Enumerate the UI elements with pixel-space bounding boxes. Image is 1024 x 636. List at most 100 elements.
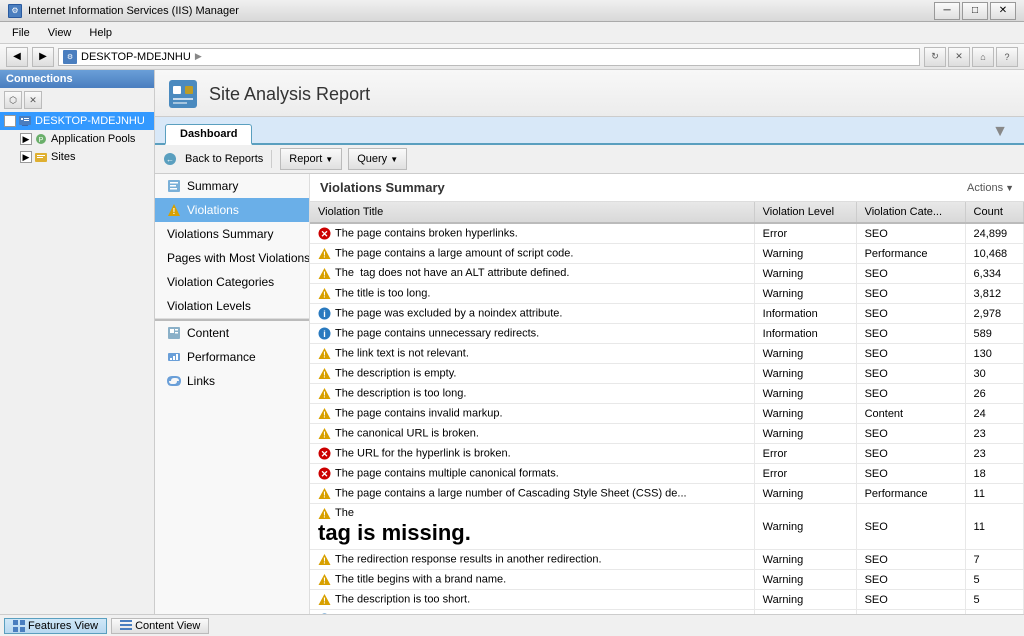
query-button[interactable]: Query ▼ [348, 148, 407, 170]
tree-item-sites[interactable]: ▶ Sites [0, 148, 154, 166]
menu-help[interactable]: Help [81, 25, 120, 41]
sidebar-bottom-sections: Content Performance [155, 319, 309, 393]
table-row[interactable]: iThe page contains unnecessary redirects… [310, 324, 1024, 344]
cell-level: Error [754, 444, 856, 464]
connections-toolbar: ⬡ ✕ [0, 88, 154, 112]
table-row[interactable]: ✕The URL for the hyperlink is broken. Er… [310, 444, 1024, 464]
page-header: Site Analysis Report [155, 70, 1024, 117]
forward-button[interactable]: ▶ [32, 47, 54, 67]
nav-help-button[interactable]: ? [996, 47, 1018, 67]
sidebar-item-violations[interactable]: ! Violations [155, 198, 309, 222]
sidebar-item-summary[interactable]: Summary [155, 174, 309, 198]
sidebar-item-violation-categories[interactable]: Violation Categories [155, 270, 309, 294]
svg-text:!: ! [323, 391, 326, 400]
table-row[interactable]: !The canonical URL is broken. Warning SE… [310, 424, 1024, 444]
sidebar-item-performance[interactable]: Performance [155, 345, 309, 369]
cell-level: Warning [754, 264, 856, 284]
table-row[interactable]: !The redirection response results in ano… [310, 550, 1024, 570]
tab-dashboard[interactable]: Dashboard [165, 124, 252, 145]
window-controls[interactable]: ─ □ ✕ [934, 2, 1016, 20]
cell-level: Warning [754, 424, 856, 444]
table-row[interactable]: !The tag is missing. Warning SEO 11 [310, 504, 1024, 550]
sidebar-item-links[interactable]: Links [155, 369, 309, 393]
cell-title: !The page contains a large amount of scr… [310, 244, 754, 264]
warning-icon: ! [318, 387, 331, 400]
sidebar-item-pages-most[interactable]: Pages with Most Violations [155, 246, 309, 270]
svg-text:!: ! [323, 271, 326, 280]
maximize-button[interactable]: □ [962, 2, 988, 20]
connections-tool-disconnect[interactable]: ✕ [24, 91, 42, 109]
table-row[interactable]: !The title begins with a brand name. War… [310, 570, 1024, 590]
close-button[interactable]: ✕ [990, 2, 1016, 20]
features-view-button[interactable]: Features View [4, 618, 107, 634]
menu-view[interactable]: View [40, 25, 80, 41]
cell-title: !The title begins with a brand name. [310, 570, 754, 590]
table-row[interactable]: ✕The page contains broken hyperlinks. Er… [310, 223, 1024, 244]
tree-expand-server[interactable]: ▼ [4, 115, 16, 127]
sites-label: Sites [51, 151, 75, 163]
tabs-dropdown[interactable]: ▼ [986, 121, 1014, 143]
nav-refresh-button[interactable]: ↻ [924, 47, 946, 67]
sites-icon [34, 150, 48, 164]
cell-count: 30 [965, 364, 1023, 384]
connections-tool-connect[interactable]: ⬡ [4, 91, 22, 109]
warning-icon: ! [318, 367, 331, 380]
back-to-reports-button[interactable]: Back to Reports [185, 148, 263, 170]
nav-home-button[interactable]: ⌂ [972, 47, 994, 67]
sidebar-item-violations-summary[interactable]: Violations Summary [155, 222, 309, 246]
cell-count: 11 [965, 504, 1023, 550]
sidebar-item-violation-levels[interactable]: Violation Levels [155, 294, 309, 318]
cell-title: !The page contains invalid markup. [310, 404, 754, 424]
table-row[interactable]: !The page contains a large number of Cas… [310, 484, 1024, 504]
tree-item-server[interactable]: ▼ DESKTOP-MDEJNHU [0, 112, 154, 130]
table-row[interactable]: !The title is too long. Warning SEO 3,81… [310, 284, 1024, 304]
cell-category: SEO [856, 590, 965, 610]
minimize-button[interactable]: ─ [934, 2, 960, 20]
cell-category: Performance [856, 484, 965, 504]
svg-text:✕: ✕ [321, 229, 329, 239]
cell-category: SEO [856, 384, 965, 404]
sidebar-item-content[interactable]: Content [155, 321, 309, 345]
nav-stop-button[interactable]: ✕ [948, 47, 970, 67]
table-row[interactable]: ✕The page contains multiple canonical fo… [310, 464, 1024, 484]
tree-expand-apppools[interactable]: ▶ [20, 133, 32, 145]
table-row[interactable]: !The page contains invalid markup. Warni… [310, 404, 1024, 424]
table-row[interactable]: !The tag does not have an ALT attribute … [310, 264, 1024, 284]
table-row[interactable]: !The description is empty. Warning SEO 3… [310, 364, 1024, 384]
connections-panel: Connections ⬡ ✕ ▼ DESKTOP-MDEJNHU ▶ [0, 70, 155, 614]
table-row[interactable]: !The page contains a large amount of scr… [310, 244, 1024, 264]
address-bar[interactable]: ⚙ DESKTOP-MDEJNHU ▶ [58, 48, 920, 66]
cell-level: Warning [754, 550, 856, 570]
content-view-button[interactable]: Content View [111, 618, 209, 634]
cell-level: Warning [754, 484, 856, 504]
warning-icon: ! [318, 267, 331, 280]
col-violation-title: Violation Title [310, 202, 754, 223]
svg-text:!: ! [323, 351, 326, 360]
cell-level: Warning [754, 364, 856, 384]
cell-level: Warning [754, 504, 856, 550]
warning-icon: ! [318, 553, 331, 566]
cell-category: SEO [856, 264, 965, 284]
cell-level: Warning [754, 244, 856, 264]
violations-icon: ! [167, 203, 181, 217]
title-bar-left: ⚙ Internet Information Services (IIS) Ma… [8, 4, 239, 18]
tree-expand-sites[interactable]: ▶ [20, 151, 32, 163]
menu-file[interactable]: File [4, 25, 38, 41]
table-row[interactable]: iThe request is disallowed by a Robots.t… [310, 610, 1024, 615]
report-button[interactable]: Report ▼ [280, 148, 342, 170]
cell-count: 130 [965, 344, 1023, 364]
table-row[interactable]: iThe page was excluded by a noindex attr… [310, 304, 1024, 324]
cell-category: SEO [856, 424, 965, 444]
cell-category: SEO [856, 550, 965, 570]
warning-icon: ! [318, 593, 331, 606]
tree-item-apppools[interactable]: ▶ P Application Pools [0, 130, 154, 148]
violations-header: Violations Summary Actions ▼ [310, 174, 1024, 202]
address-text: DESKTOP-MDEJNHU [81, 51, 191, 63]
connections-header: Connections [0, 70, 154, 88]
actions-dropdown[interactable]: Actions ▼ [967, 182, 1014, 194]
table-row[interactable]: !The link text is not relevant. Warning … [310, 344, 1024, 364]
table-row[interactable]: !The description is too short. Warning S… [310, 590, 1024, 610]
table-row[interactable]: !The description is too long. Warning SE… [310, 384, 1024, 404]
back-button[interactable]: ◀ [6, 47, 28, 67]
cell-title: !The redirection response results in ano… [310, 550, 754, 570]
